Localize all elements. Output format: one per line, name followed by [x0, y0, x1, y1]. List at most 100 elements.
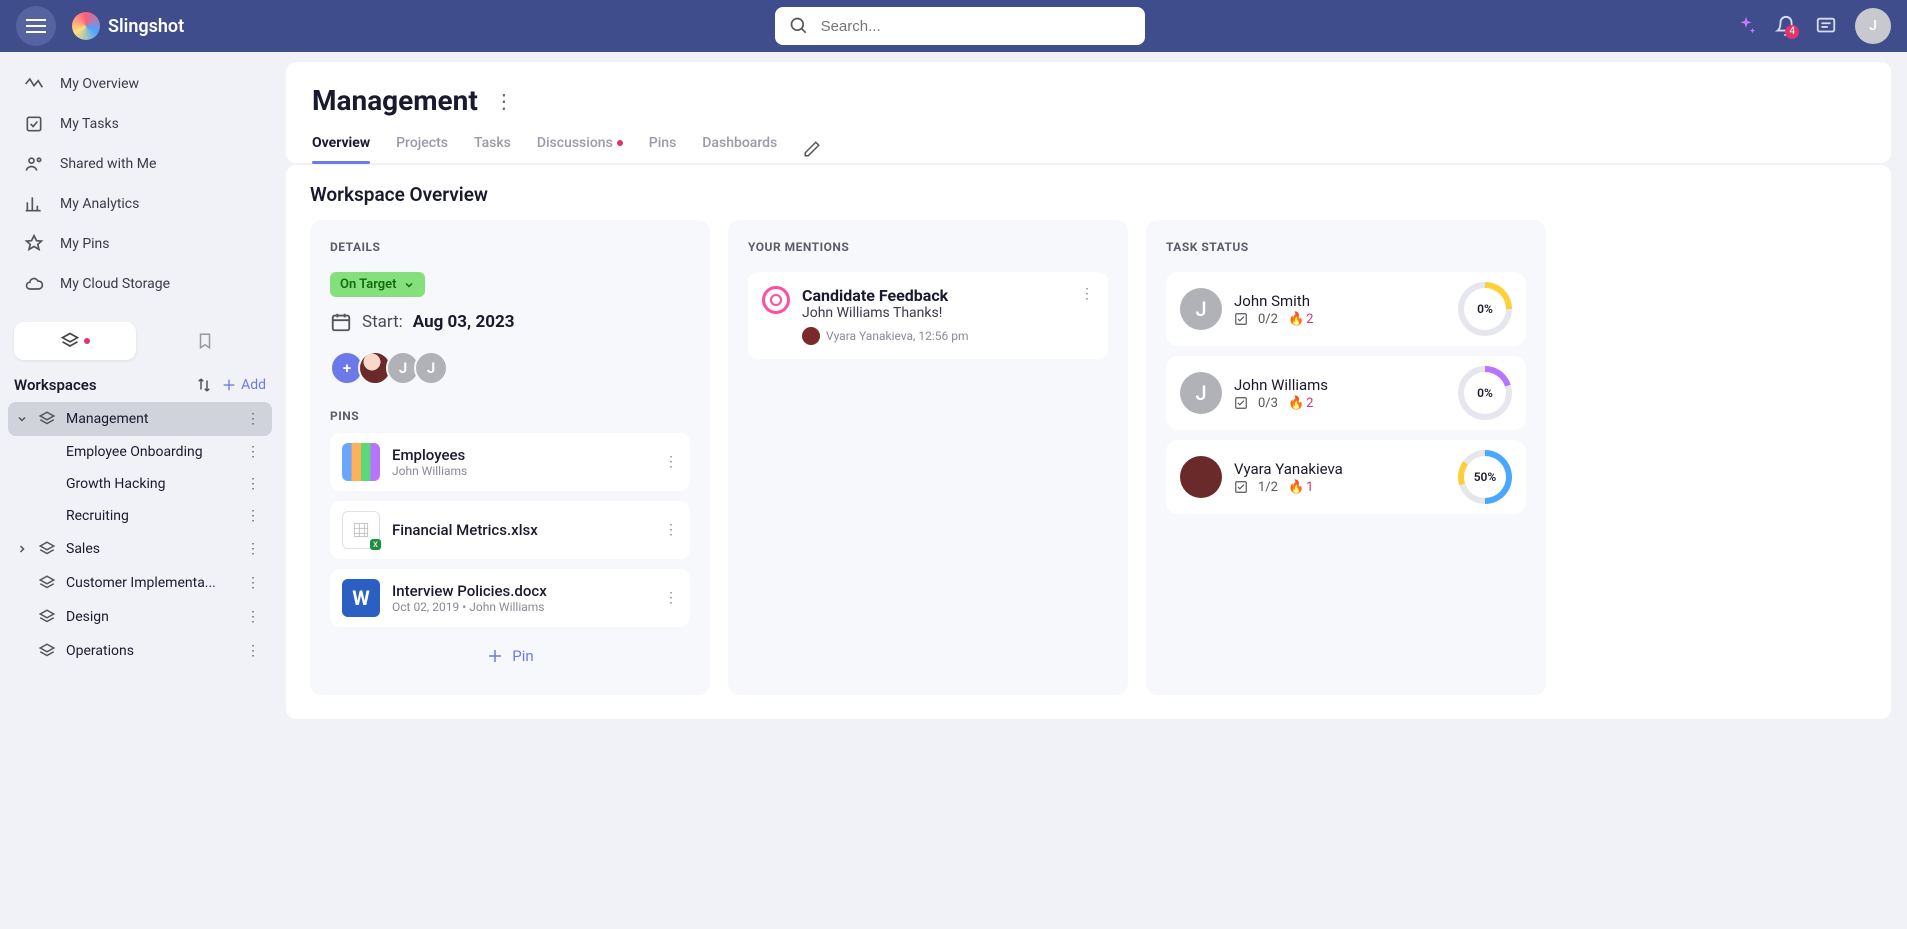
workspace-more-button[interactable]: ⋮ — [242, 444, 264, 460]
workspace-sales[interactable]: Sales ⋮ — [8, 532, 272, 566]
progress-ring: 50% — [1458, 450, 1512, 504]
layers-icon — [38, 608, 56, 626]
nav-my-overview[interactable]: My Overview — [8, 64, 272, 104]
workspace-label: Operations — [66, 643, 232, 659]
workspace-label: Management — [66, 411, 232, 427]
tab-pins[interactable]: Pins — [649, 135, 677, 163]
tab-overview[interactable]: Overview — [312, 135, 370, 163]
workspace-recruiting[interactable]: Recruiting ⋮ — [8, 500, 272, 532]
workspace-more-button[interactable]: ⋮ — [242, 609, 264, 625]
ai-sparkle-icon[interactable] — [1735, 15, 1757, 37]
tab-projects[interactable]: Projects — [396, 135, 448, 163]
task-count: 0/3 — [1258, 396, 1278, 411]
workspace-more-button[interactable]: ⋮ — [242, 411, 264, 427]
task-count: 0/2 — [1258, 312, 1278, 327]
task-status-row[interactable]: Vyara Yanakieva 1/2 🔥1 50% — [1166, 440, 1526, 514]
notifications-badge: 4 — [1785, 25, 1799, 39]
status-selector[interactable]: On Target — [330, 272, 425, 297]
flame-icon: 🔥 — [1288, 396, 1304, 411]
pin-title: Interview Policies.docx — [392, 582, 652, 600]
task-status-row[interactable]: J John Smith 0/2 🔥2 0% — [1166, 272, 1526, 346]
mentions-header: YOUR MENTIONS — [748, 240, 1108, 254]
user-avatar[interactable]: J — [1855, 8, 1891, 44]
details-header: DETAILS — [330, 240, 690, 254]
search-input[interactable] — [821, 18, 1131, 35]
layers-icon — [38, 540, 56, 558]
status-label: On Target — [340, 277, 397, 292]
top-bar: Slingshot 4 J — [0, 0, 1907, 52]
notifications-button[interactable]: 4 — [1775, 15, 1797, 37]
workspace-operations[interactable]: Operations ⋮ — [8, 634, 272, 668]
edit-tabs-button[interactable] — [803, 140, 821, 158]
user-name: John Williams — [1234, 376, 1446, 394]
author-avatar — [802, 327, 820, 345]
nav-my-analytics[interactable]: My Analytics — [8, 184, 272, 224]
nav-label: My Cloud Storage — [60, 276, 170, 292]
pin-more-button[interactable]: ⋮ — [664, 590, 678, 606]
nav-label: My Pins — [60, 236, 110, 252]
workspace-more-button[interactable]: ⋮ — [242, 508, 264, 524]
plus-icon — [221, 377, 237, 393]
messages-button[interactable] — [1815, 15, 1837, 37]
chevron-down-icon — [403, 279, 415, 291]
tab-discussions[interactable]: Discussions — [537, 135, 623, 163]
workspace-label: Design — [66, 609, 232, 625]
mention-item[interactable]: Candidate Feedback John Williams Thanks!… — [748, 272, 1108, 359]
logo-mark-icon — [72, 12, 100, 40]
pin-more-button[interactable]: ⋮ — [664, 522, 678, 538]
page-more-button[interactable]: ⋮ — [494, 89, 514, 113]
tab-dashboards[interactable]: Dashboards — [702, 135, 777, 163]
workspace-customer-implementation[interactable]: Customer Implementa... ⋮ — [8, 566, 272, 600]
workspace-more-button[interactable]: ⋮ — [242, 575, 264, 591]
nav-my-pins[interactable]: My Pins — [8, 224, 272, 264]
user-initial: J — [1869, 18, 1877, 34]
task-status-row[interactable]: J John Williams 0/3 🔥2 0% — [1166, 356, 1526, 430]
pin-title: Employees — [392, 446, 652, 464]
user-avatar: J — [1180, 372, 1222, 414]
members-row[interactable]: + J J — [330, 351, 690, 385]
indicator-dot — [617, 140, 623, 146]
add-label: Add — [241, 377, 266, 393]
start-date: Aug 03, 2023 — [413, 312, 515, 332]
nav-shared-with-me[interactable]: Shared with Me — [8, 144, 272, 184]
nav-my-cloud-storage[interactable]: My Cloud Storage — [8, 264, 272, 304]
mention-more-button[interactable]: ⋮ — [1080, 286, 1094, 345]
logo[interactable]: Slingshot — [72, 12, 184, 40]
sidebar-tab-bookmarks[interactable] — [144, 322, 266, 360]
sidebar-tab-workspaces[interactable] — [14, 322, 136, 360]
add-pin-button[interactable]: Pin — [330, 637, 690, 675]
add-workspace-button[interactable]: Add — [221, 377, 266, 393]
pin-item[interactable]: Employees John Williams ⋮ — [330, 433, 690, 491]
bookmark-icon — [196, 332, 214, 350]
workspace-more-button[interactable]: ⋮ — [242, 643, 264, 659]
section-title: Workspace Overview — [310, 183, 1867, 206]
start-label: Start: — [362, 312, 403, 332]
nav-label: Shared with Me — [60, 156, 156, 172]
workspace-employee-onboarding[interactable]: Employee Onboarding ⋮ — [8, 436, 272, 468]
sort-icon[interactable] — [195, 376, 213, 394]
user-name: John Smith — [1234, 292, 1446, 310]
pencil-icon — [803, 140, 821, 158]
fire-count: 1 — [1306, 480, 1313, 495]
tab-tasks[interactable]: Tasks — [474, 135, 511, 163]
sidebar: My Overview My Tasks Shared with Me My A… — [0, 52, 280, 929]
progress-ring: 0% — [1458, 282, 1512, 336]
pin-more-button[interactable]: ⋮ — [664, 454, 678, 470]
workspace-growth-hacking[interactable]: Growth Hacking ⋮ — [8, 468, 272, 500]
checkbox-icon — [1234, 312, 1248, 326]
workspace-management[interactable]: Management ⋮ — [8, 402, 272, 436]
hamburger-menu-button[interactable] — [16, 6, 56, 46]
content-area: Management ⋮ Overview Projects Tasks Dis… — [280, 52, 1907, 929]
layers-icon — [38, 410, 56, 428]
workspace-more-button[interactable]: ⋮ — [242, 476, 264, 492]
checkbox-icon — [1234, 396, 1248, 410]
pin-item[interactable]: W Interview Policies.docx Oct 02, 2019 •… — [330, 569, 690, 627]
start-date-row[interactable]: Start: Aug 03, 2023 — [330, 311, 690, 333]
workspace-design[interactable]: Design ⋮ — [8, 600, 272, 634]
workspace-more-button[interactable]: ⋮ — [242, 541, 264, 557]
page-title: Management — [312, 84, 478, 117]
nav-my-tasks[interactable]: My Tasks — [8, 104, 272, 144]
search-box[interactable] — [775, 7, 1145, 45]
pin-item[interactable]: Financial Metrics.xlsx ⋮ — [330, 501, 690, 559]
member-avatar[interactable]: J — [414, 351, 448, 385]
